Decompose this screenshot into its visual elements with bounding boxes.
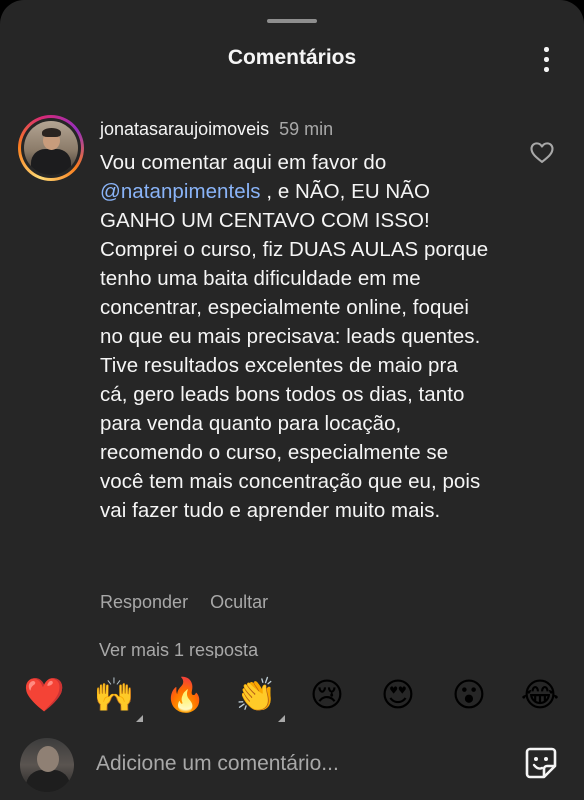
reaction-tears-of-joy[interactable]: 😂	[519, 674, 561, 716]
comment-text-before: Vou comentar aqui em favor do	[100, 151, 387, 174]
comment-text-after: , e NÃO, EU NÃO GANHO UM CENTAVO COM ISS…	[100, 180, 489, 522]
reaction-clapping-hands[interactable]: 👏	[235, 674, 285, 722]
avatar-photo	[24, 121, 78, 175]
comment-text: Vou comentar aqui em favor do @natanpimen…	[100, 148, 490, 525]
vertical-dots-icon[interactable]	[533, 44, 559, 76]
current-user-avatar	[20, 738, 74, 792]
reaction-red-heart[interactable]: ❤️	[23, 674, 65, 716]
reaction-heart-eyes[interactable]: 😍	[377, 674, 419, 716]
comment-username[interactable]: jonatasaraujoimoveis	[100, 119, 269, 139]
reaction-crying-face[interactable]: 😢	[306, 674, 348, 716]
commenter-avatar[interactable]	[18, 115, 84, 181]
sticker-icon[interactable]	[522, 744, 560, 782]
reaction-bar: ❤️ 🙌 🔥 👏 😢 😍 😮 😂	[0, 664, 584, 728]
hide-button[interactable]: Ocultar	[210, 592, 268, 612]
drag-handle[interactable]	[267, 19, 317, 23]
view-more-replies[interactable]: Ver mais 1 resposta	[99, 638, 399, 658]
comments-sheet: Comentários jonatasaraujoimoveis 59 min V…	[0, 0, 584, 800]
view-more-replies-label: Ver mais 1 resposta	[99, 640, 259, 658]
comment-actions: Responder Ocultar	[100, 592, 290, 613]
reaction-surprised-face[interactable]: 😮	[448, 674, 490, 716]
comment-composer	[0, 730, 584, 800]
reaction-fire[interactable]: 🔥	[164, 674, 206, 716]
mention-link[interactable]: @natanpimentels	[100, 180, 261, 203]
comment-time: 59 min	[279, 119, 334, 139]
page-title: Comentários	[227, 46, 357, 69]
comment: jonatasaraujoimoveis 59 min Vou comentar …	[100, 116, 500, 525]
heart-outline-icon[interactable]	[528, 138, 556, 166]
reaction-raising-hands[interactable]: 🙌	[93, 674, 143, 722]
comment-header: jonatasaraujoimoveis 59 min	[100, 116, 500, 142]
comment-input[interactable]	[94, 748, 478, 780]
reply-button[interactable]: Responder	[100, 592, 188, 612]
